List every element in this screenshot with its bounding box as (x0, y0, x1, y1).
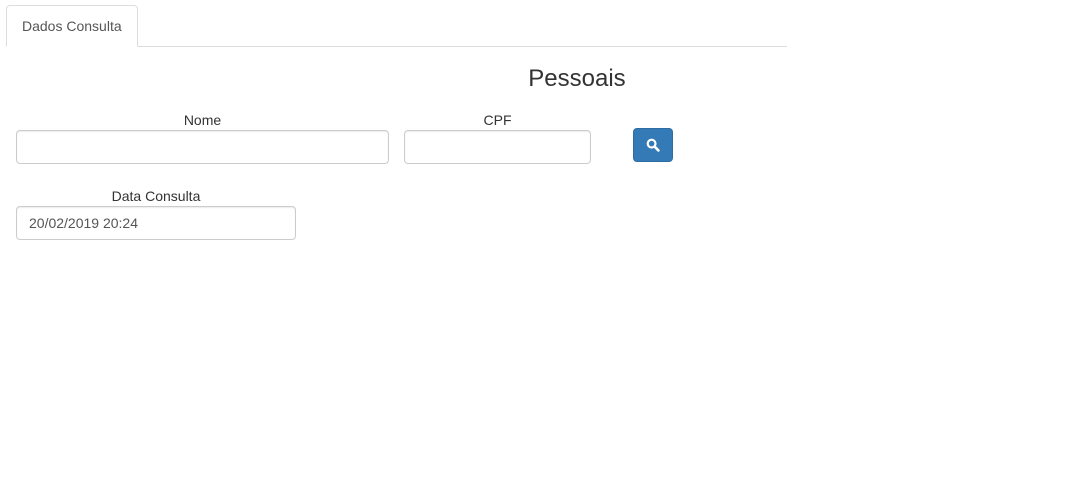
search-button[interactable] (633, 128, 673, 162)
data-consulta-label: Data Consulta (111, 188, 201, 204)
search-icon (646, 138, 660, 152)
data-consulta-input[interactable] (16, 206, 296, 240)
cpf-input[interactable] (404, 130, 591, 164)
section-title: Pessoais (528, 65, 626, 92)
nome-input[interactable] (16, 130, 389, 164)
tab-bar: Dados Consulta (6, 5, 787, 47)
nome-label: Nome (183, 112, 222, 128)
cpf-label: CPF (483, 112, 512, 128)
tab-dados-consulta[interactable]: Dados Consulta (6, 5, 138, 47)
